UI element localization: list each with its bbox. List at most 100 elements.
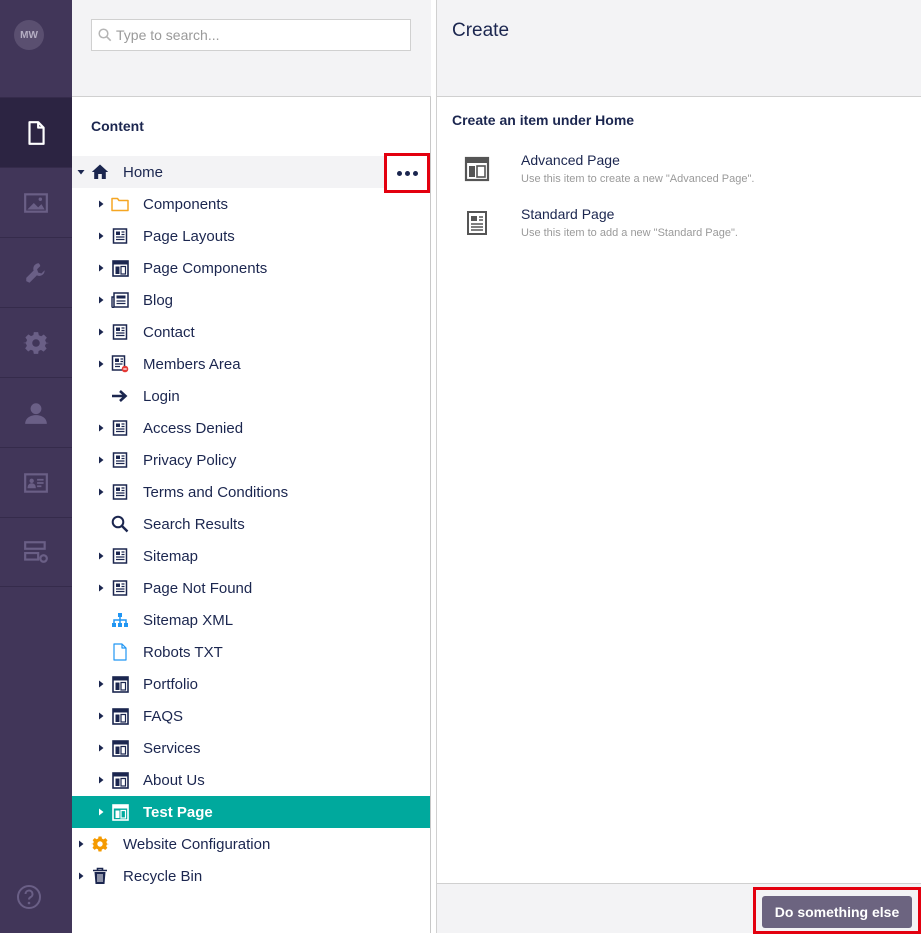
layout-icon (110, 738, 130, 758)
more-dot (412, 170, 418, 176)
search-input[interactable] (116, 27, 396, 43)
tree-item-page-not-found[interactable]: Page Not Found (72, 572, 430, 604)
layout-icon (464, 156, 490, 182)
create-subtitle: Create an item under Home (452, 112, 635, 128)
tree-item-label: Home (123, 163, 164, 181)
layout-icon (110, 258, 130, 278)
caret-right-icon[interactable] (97, 456, 105, 464)
tree-item-label: Components (143, 195, 229, 213)
tree-item-contact[interactable]: Contact (72, 316, 430, 348)
tree-item-sitemap[interactable]: Sitemap (72, 540, 430, 572)
caret-down-icon[interactable] (77, 168, 85, 176)
restricted-page-icon (110, 354, 130, 374)
section-forms[interactable] (0, 517, 72, 587)
search-box[interactable] (91, 19, 411, 51)
wrench-icon (26, 262, 45, 283)
layout-icon (110, 674, 130, 694)
section-content[interactable] (0, 97, 72, 167)
caret-right-icon[interactable] (97, 232, 105, 240)
tree-item-access-denied[interactable]: Access Denied (72, 412, 430, 444)
tree-item-search-results[interactable]: Search Results (72, 508, 430, 540)
tree-item-login[interactable]: Login (72, 380, 430, 412)
tree-item-terms-and-conditions[interactable]: Terms and Conditions (72, 476, 430, 508)
sitemap-icon (110, 610, 130, 630)
tree-item-website-configuration[interactable]: Website Configuration (72, 828, 430, 860)
caret-right-icon[interactable] (97, 296, 105, 304)
tree-item-sitemap-xml[interactable]: Sitemap XML (72, 604, 430, 636)
document-icon (28, 120, 45, 145)
standard-page-icon (110, 322, 130, 342)
tree-item-label: Page Layouts (143, 227, 235, 245)
tree-item-label: About Us (143, 771, 205, 789)
panel-title: Create (452, 20, 510, 41)
tree-item-members-area[interactable]: Members Area (72, 348, 430, 380)
caret-right-icon[interactable] (77, 840, 85, 848)
layout-icon (110, 802, 130, 822)
caret-right-icon[interactable] (97, 424, 105, 432)
caret-right-icon[interactable] (97, 744, 105, 752)
avatar[interactable]: MW (14, 20, 44, 50)
tree-item-about-us[interactable]: About Us (72, 764, 430, 796)
standard-page-icon (110, 546, 130, 566)
standard-page-icon (467, 211, 487, 235)
arrow-right-icon (110, 386, 130, 406)
tree-item-label: Sitemap (143, 547, 199, 565)
doctype-description: Use this item to create a new "Advanced … (521, 173, 755, 185)
forms-icon (24, 541, 48, 563)
tree-item-label: Services (143, 739, 201, 757)
section-settings[interactable] (0, 237, 72, 307)
tree-item-label: Access Denied (143, 419, 244, 437)
tree-item-robots-txt[interactable]: Robots TXT (72, 636, 430, 668)
tree-item-page-layouts[interactable]: Page Layouts (72, 220, 430, 252)
tree-item-label: Privacy Policy (143, 451, 237, 469)
search-icon (110, 514, 130, 534)
do-something-else-button[interactable]: Do something else (762, 896, 912, 928)
gear-icon (90, 834, 110, 854)
help-icon[interactable] (16, 884, 42, 910)
caret-right-icon[interactable] (97, 360, 105, 368)
caret-right-icon[interactable] (97, 328, 105, 336)
tree-item-home[interactable]: Home (72, 156, 430, 188)
tree-item-blog[interactable]: Blog (72, 284, 430, 316)
tree-section-title: Content (91, 118, 144, 134)
doctype-name: Advanced Page (521, 152, 620, 168)
tree-item-label: Blog (143, 291, 174, 309)
tree-item-portfolio[interactable]: Portfolio (72, 668, 430, 700)
section-packages[interactable] (0, 307, 72, 377)
tree-item-label: FAQS (143, 707, 184, 725)
trash-icon (90, 866, 110, 886)
tree-item-test-page[interactable]: Test Page (72, 796, 430, 828)
caret-right-icon[interactable] (97, 712, 105, 720)
caret-right-icon[interactable] (97, 680, 105, 688)
caret-right-icon[interactable] (97, 776, 105, 784)
tree-item-privacy-policy[interactable]: Privacy Policy (72, 444, 430, 476)
section-media[interactable] (0, 167, 72, 237)
image-icon (24, 192, 48, 213)
caret-right-icon[interactable] (97, 488, 105, 496)
doctype-advanced-page[interactable]: Advanced Page Use this item to create a … (452, 152, 912, 202)
tree-item-page-components[interactable]: Page Components (72, 252, 430, 284)
caret-right-icon[interactable] (97, 584, 105, 592)
caret-right-icon[interactable] (97, 200, 105, 208)
tree-item-label: Recycle Bin (123, 867, 203, 885)
tree-item-label: Search Results (143, 515, 245, 533)
caret-right-icon[interactable] (97, 264, 105, 272)
tree-item-recycle-bin[interactable]: Recycle Bin (72, 860, 430, 892)
caret-right-icon[interactable] (97, 808, 105, 816)
tree-item-faqs[interactable]: FAQS (72, 700, 430, 732)
tree-item-label: Website Configuration (123, 835, 271, 853)
doctype-standard-page[interactable]: Standard Page Use this item to add a new… (452, 206, 912, 256)
caret-right-icon[interactable] (77, 872, 85, 880)
tree-item-label: Portfolio (143, 675, 199, 693)
tree-item-components[interactable]: Components (72, 188, 430, 220)
more-actions-button[interactable] (384, 153, 430, 193)
section-users[interactable] (0, 377, 72, 447)
standard-page-icon (110, 482, 130, 502)
caret-right-icon[interactable] (97, 552, 105, 560)
section-members[interactable] (0, 447, 72, 517)
standard-page-icon (110, 226, 130, 246)
tree-item-label: Members Area (143, 355, 241, 373)
standard-page-icon (110, 418, 130, 438)
tree-item-services[interactable]: Services (72, 732, 430, 764)
tree-item-label: Contact (143, 323, 195, 341)
